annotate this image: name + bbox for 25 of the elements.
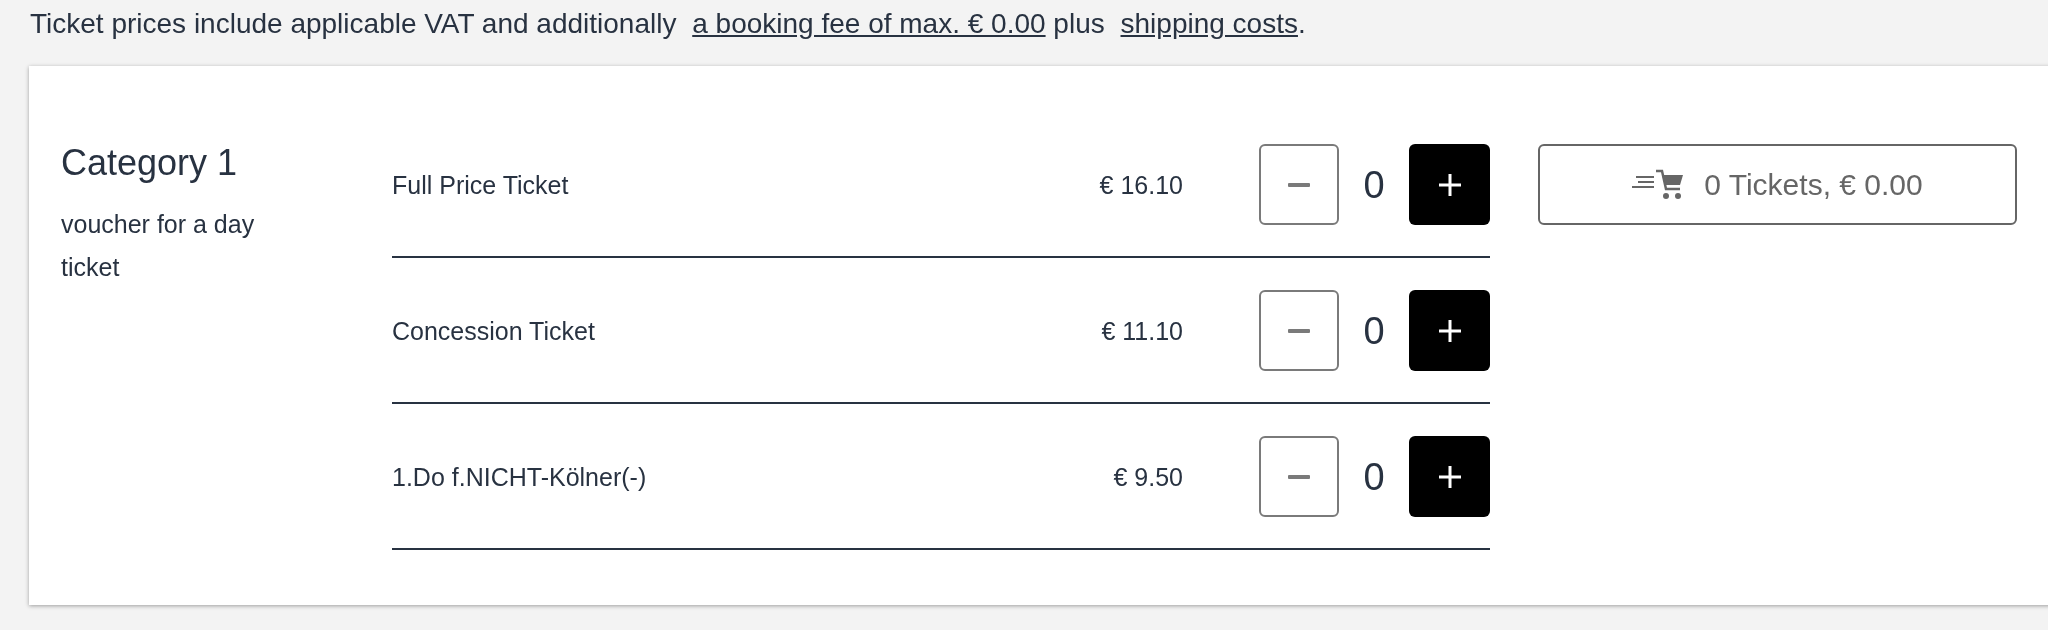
price-notice: Ticket prices include applicable VAT and additionally a booking fee of max. € 0.00 plus shipping costs. xyxy=(29,7,1307,41)
ticket-name: Full Price Ticket xyxy=(392,169,570,201)
increase-button[interactable] xyxy=(1409,290,1490,371)
cart-icon xyxy=(1632,169,1685,200)
booking-fee-link[interactable]: a booking fee of max. € 0.00 xyxy=(692,8,1046,39)
quantity-value: 0 xyxy=(1362,454,1386,500)
cart-summary-button[interactable]: 0 Tickets, € 0.00 xyxy=(1538,144,2017,225)
plus-icon xyxy=(1438,319,1461,342)
quantity-value: 0 xyxy=(1362,308,1386,354)
minus-icon xyxy=(1288,182,1310,187)
quantity-value: 0 xyxy=(1362,162,1386,208)
shipping-costs-link[interactable]: shipping costs xyxy=(1120,8,1298,39)
ticket-price: € 16.10 xyxy=(1099,169,1183,201)
ticket-name: 1.Do f.NICHT-Kölner(-) xyxy=(392,461,648,493)
minus-icon xyxy=(1288,328,1310,333)
ticket-price: € 9.50 xyxy=(1113,461,1183,493)
increase-button[interactable] xyxy=(1409,436,1490,517)
ticket-name: Concession Ticket xyxy=(392,315,596,347)
increase-button[interactable] xyxy=(1409,144,1490,225)
minus-icon xyxy=(1288,474,1310,479)
ticket-price: € 11.10 xyxy=(1101,315,1183,347)
plus-icon xyxy=(1438,173,1461,196)
category-description: voucher for a day ticket xyxy=(61,209,256,283)
category-title: Category 1 xyxy=(61,141,239,185)
plus-icon xyxy=(1438,465,1461,488)
